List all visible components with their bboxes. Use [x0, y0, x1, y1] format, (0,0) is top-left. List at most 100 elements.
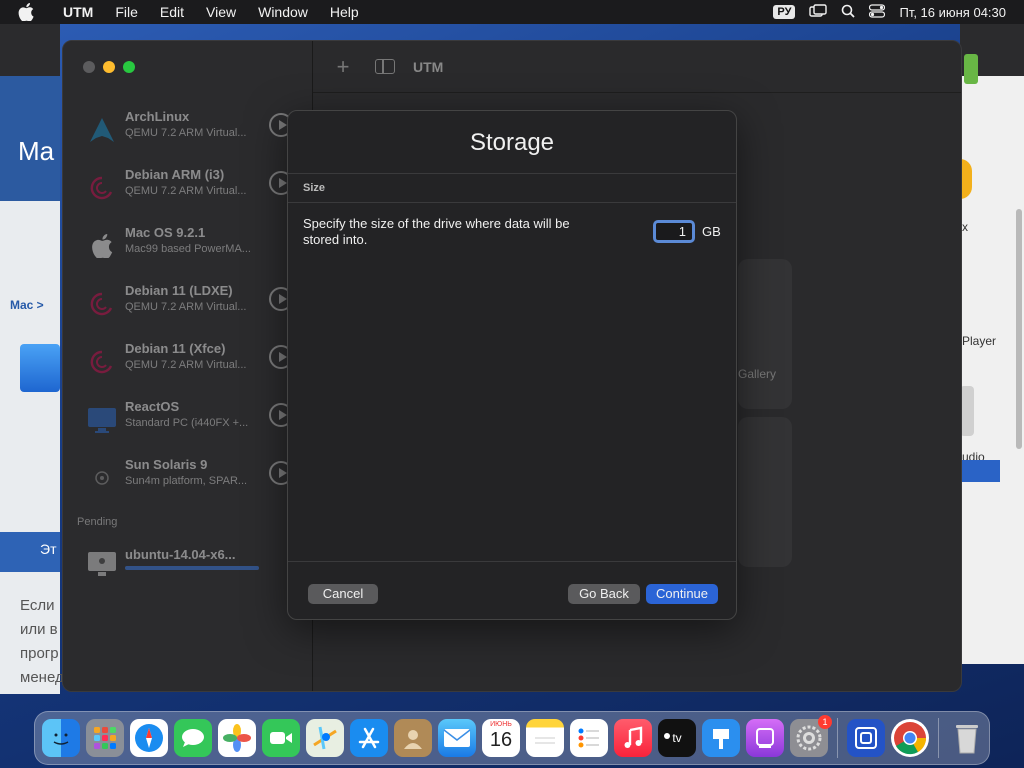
system-settings-icon[interactable]: 1 [790, 715, 832, 757]
dialog-footer: Cancel Go Back Continue [288, 561, 736, 621]
vm-name: Debian ARM (i3) [125, 167, 225, 182]
gallery-card-label: Gallery [738, 367, 777, 381]
drive-size-input[interactable] [653, 220, 695, 243]
messages-icon[interactable] [174, 719, 212, 757]
safari-icon[interactable] [130, 719, 168, 757]
background-browser-window: Ma Mac > Эт Если или в прогр менед [0, 24, 64, 694]
vm-description: Sun4m platform, SPAR... [125, 475, 248, 487]
music-icon[interactable] [614, 719, 652, 757]
pending-vm-item[interactable]: ubuntu-14.04-x6... [63, 541, 313, 591]
pending-section-label: Pending [77, 516, 118, 528]
notes-icon[interactable] [526, 719, 564, 757]
maps-icon[interactable] [306, 719, 344, 757]
cancel-button[interactable]: Cancel [308, 584, 378, 604]
vm-description: Standard PC (i440FX +... [125, 417, 249, 429]
apple-menu-icon[interactable] [18, 3, 40, 21]
calendar-day: 16 [489, 729, 513, 751]
background-strip-text: Эт [40, 541, 57, 557]
xcode-app-icon [20, 344, 60, 392]
vm-description: QEMU 7.2 ARM Virtual... [125, 127, 247, 139]
svg-text:tv: tv [672, 731, 681, 745]
utm-icon[interactable] [847, 719, 885, 757]
option-card[interactable] [738, 417, 792, 567]
calendar-month: ИЮНЬ [490, 721, 512, 728]
app-store-icon[interactable] [350, 719, 388, 757]
arch-linux-icon [87, 115, 117, 145]
background-scrollbar[interactable] [1016, 209, 1022, 449]
menu-help[interactable]: Help [319, 4, 370, 20]
background-page-title: Ma [18, 136, 55, 166]
vm-name: Sun Solaris 9 [125, 457, 208, 472]
background-right-window: x Player udio [960, 24, 1024, 664]
dock-separator [837, 718, 838, 758]
close-window-button[interactable] [83, 61, 95, 73]
section-header: Size [288, 173, 736, 203]
vm-description: QEMU 7.2 ARM Virtual... [125, 301, 247, 313]
trash-icon[interactable] [948, 719, 986, 757]
facetime-icon[interactable] [262, 719, 300, 757]
vm-description: QEMU 7.2 ARM Virtual... [125, 185, 247, 197]
vm-list: ArchLinux QEMU 7.2 ARM Virtual... Debian… [63, 103, 313, 509]
menu-app-utm[interactable]: UTM [52, 4, 104, 20]
vm-item-archlinux[interactable]: ArchLinux QEMU 7.2 ARM Virtual... [63, 103, 313, 161]
background-label-player: Player [962, 334, 997, 348]
window-controls [83, 61, 135, 73]
reminders-icon[interactable] [570, 719, 608, 757]
launchpad-icon[interactable] [86, 719, 124, 757]
debian-icon [87, 289, 117, 319]
vm-name: Debian 11 (LDXE) [125, 283, 233, 298]
monitor-icon [87, 551, 117, 577]
calendar-icon[interactable]: ИЮНЬ 16 [482, 719, 520, 757]
zoom-window-button[interactable] [123, 61, 135, 73]
dock-separator [938, 718, 939, 758]
menu-bar: UTM File Edit View Window Help РУ Пт, 16… [0, 0, 1024, 24]
section-header-label: Size [303, 182, 326, 194]
vm-item-debian-arm-i3[interactable]: Debian ARM (i3) QEMU 7.2 ARM Virtual... [63, 161, 313, 219]
menu-view[interactable]: View [195, 4, 247, 20]
background-blue-bar [960, 460, 1000, 482]
apple-tv-icon[interactable]: tv [658, 719, 696, 757]
menu-window[interactable]: Window [247, 4, 319, 20]
toggle-sidebar-icon[interactable] [375, 59, 395, 74]
debian-icon [87, 173, 117, 203]
vm-name: Mac OS 9.2.1 [125, 225, 206, 240]
background-app-icon [960, 386, 974, 436]
control-center-icon[interactable] [869, 3, 886, 21]
vm-name: Debian 11 (Xfce) [125, 341, 226, 356]
solaris-icon [87, 463, 117, 493]
background-breadcrumb: Mac > [10, 298, 44, 312]
toolbar-title: UTM [413, 58, 444, 75]
menu-edit[interactable]: Edit [149, 4, 195, 20]
background-body-line: менед [20, 669, 64, 686]
vm-item-sun-solaris-9[interactable]: Sun Solaris 9 Sun4m platform, SPAR... [63, 451, 313, 509]
vm-item-mac-os-9[interactable]: Mac OS 9.2.1 Mac99 based PowerMA... [63, 219, 313, 277]
dock: ИЮНЬ 16 tv 1 [34, 711, 990, 765]
background-body-line: или в [20, 621, 58, 638]
add-vm-button[interactable]: + [333, 54, 353, 80]
screen-mirroring-icon[interactable] [809, 3, 828, 21]
mail-icon[interactable] [438, 719, 476, 757]
background-body-line: прогр [20, 645, 59, 662]
keynote-icon[interactable] [702, 719, 740, 757]
finder-icon[interactable] [42, 719, 80, 757]
vm-item-debian-11-ldxe[interactable]: Debian 11 (LDXE) QEMU 7.2 ARM Virtual... [63, 277, 313, 335]
vm-item-reactos[interactable]: ReactOS Standard PC (i440FX +... [63, 393, 313, 451]
menu-file[interactable]: File [104, 4, 149, 20]
background-label-x: x [962, 220, 968, 234]
size-unit-label: GB [702, 224, 721, 239]
minimize-window-button[interactable] [103, 61, 115, 73]
podcasts-icon[interactable] [746, 719, 784, 757]
gallery-card[interactable]: Gallery [738, 259, 792, 409]
apple-icon [87, 231, 117, 261]
menu-clock[interactable]: Пт, 16 июня 04:30 [899, 5, 1006, 20]
continue-button[interactable]: Continue [646, 584, 718, 604]
spotlight-search-icon[interactable] [841, 4, 856, 21]
photos-icon[interactable] [218, 719, 256, 757]
go-back-button[interactable]: Go Back [568, 584, 640, 604]
chrome-icon[interactable] [891, 719, 929, 757]
vm-description: Mac99 based PowerMA... [125, 243, 251, 255]
contacts-icon[interactable] [394, 719, 432, 757]
input-language-indicator[interactable]: РУ [773, 5, 796, 19]
vm-item-debian-11-xfce[interactable]: Debian 11 (Xfce) QEMU 7.2 ARM Virtual... [63, 335, 313, 393]
debian-icon [87, 347, 117, 377]
